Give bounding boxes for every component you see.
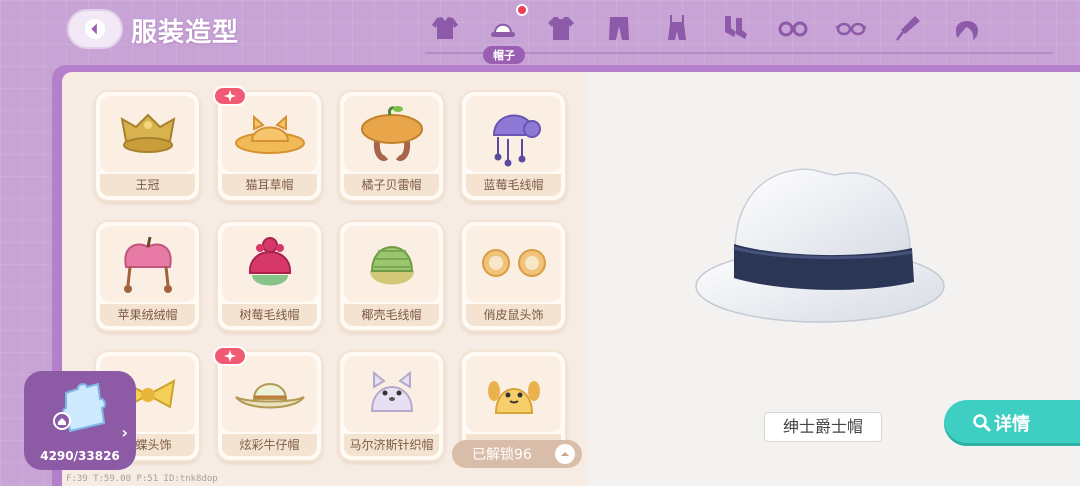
tab-hairstyle[interactable]: [947, 8, 987, 48]
tab-eyeglasses[interactable]: [831, 8, 871, 48]
cowboy-hat-icon: [234, 383, 305, 409]
orange-beret-icon: [360, 106, 423, 161]
tab-pants[interactable]: [599, 8, 639, 48]
new-badge: [213, 346, 247, 366]
item-card[interactable]: 树莓毛线帽: [216, 220, 323, 332]
item-label: 椰壳毛线帽: [344, 304, 439, 326]
tab-jacket[interactable]: [425, 8, 465, 48]
hairstyle-icon: [956, 21, 978, 40]
unlocked-count: 已解锁96: [472, 447, 532, 463]
item-card[interactable]: 苹果绒绒帽: [94, 220, 201, 332]
item-card[interactable]: 蓝莓毛线帽: [460, 90, 567, 202]
tab-socks[interactable]: [715, 8, 755, 48]
item-label: 猫耳草帽: [222, 174, 317, 196]
tab-glasses-frame[interactable]: [773, 8, 813, 48]
back-button[interactable]: [67, 9, 123, 49]
umbrella-icon: [896, 16, 920, 41]
preview-item-name: 绅士爵士帽: [764, 412, 882, 442]
tab-umbrella[interactable]: [889, 8, 929, 48]
unlocked-toggle[interactable]: 已解锁96: [452, 440, 582, 468]
socks-icon: [725, 16, 747, 39]
collection-progress-button[interactable]: › 4290/33826: [24, 371, 136, 470]
tab-shirt[interactable]: [541, 8, 581, 48]
item-card[interactable]: 炫彩牛仔帽: [213, 346, 323, 462]
cat-ear-straw-hat-icon: [234, 114, 305, 154]
item-card[interactable]: 王冠: [94, 90, 201, 202]
crown-icon: [120, 113, 175, 153]
blueberry-knit-hat-icon: [492, 114, 541, 167]
tab-overalls[interactable]: [657, 8, 697, 48]
debug-overlay: F:39 T:59.00 P:51 ID:tnk8dop: [66, 474, 218, 484]
collection-count: 4290/33826: [40, 449, 120, 463]
notification-dot: [516, 4, 528, 16]
item-label: 树莓毛线帽: [222, 304, 317, 326]
details-label: 详情: [994, 414, 1030, 435]
raspberry-knit-hat-icon: [248, 237, 291, 286]
item-label: 俏皮鼠头饰: [466, 304, 561, 326]
dog-knit-hat-icon: [487, 381, 540, 414]
eyeglasses-icon: [835, 22, 867, 36]
maltese-knit-hat-icon: [370, 370, 413, 412]
glasses-frame-icon: [778, 21, 808, 37]
page-title: 服装造型: [131, 18, 240, 48]
item-card[interactable]: 马尔济斯针织帽: [338, 350, 445, 462]
preview-hat-image: [695, 168, 945, 323]
active-tab-label: 帽子: [483, 46, 525, 64]
sparkle-icon: [224, 90, 236, 102]
coconut-knit-hat-icon: [369, 246, 414, 285]
apple-fluffy-hat-icon: [123, 236, 172, 293]
pants-icon: [609, 17, 629, 40]
item-label: 苹果绒绒帽: [100, 304, 195, 326]
puzzle-icon: [53, 382, 106, 433]
item-card[interactable]: 俏皮鼠头饰: [460, 220, 567, 332]
details-button[interactable]: 详情: [944, 400, 1080, 446]
item-label: 炫彩牛仔帽: [222, 434, 317, 456]
search-icon: [973, 414, 991, 432]
item-card[interactable]: 椰壳毛线帽: [338, 220, 445, 332]
hat-icon: [491, 23, 515, 37]
item-label: 蓝莓毛线帽: [466, 174, 561, 196]
chevron-up-icon: [555, 444, 575, 464]
item-card[interactable]: 猫耳草帽: [213, 86, 323, 202]
chevron-right-icon: ›: [121, 423, 128, 442]
mouse-headband-icon: [481, 249, 546, 277]
item-card[interactable]: 橘子贝雷帽: [338, 90, 445, 202]
new-badge: [213, 86, 247, 106]
item-label: 橘子贝雷帽: [344, 174, 439, 196]
sparkle-icon: [224, 350, 236, 362]
jacket-icon: [432, 17, 458, 39]
back-arrow-icon: [84, 18, 106, 40]
overalls-icon: [668, 15, 686, 40]
item-label: 王冠: [100, 174, 195, 196]
shirt-icon: [548, 17, 574, 40]
item-label: 马尔济斯针织帽: [344, 434, 439, 456]
